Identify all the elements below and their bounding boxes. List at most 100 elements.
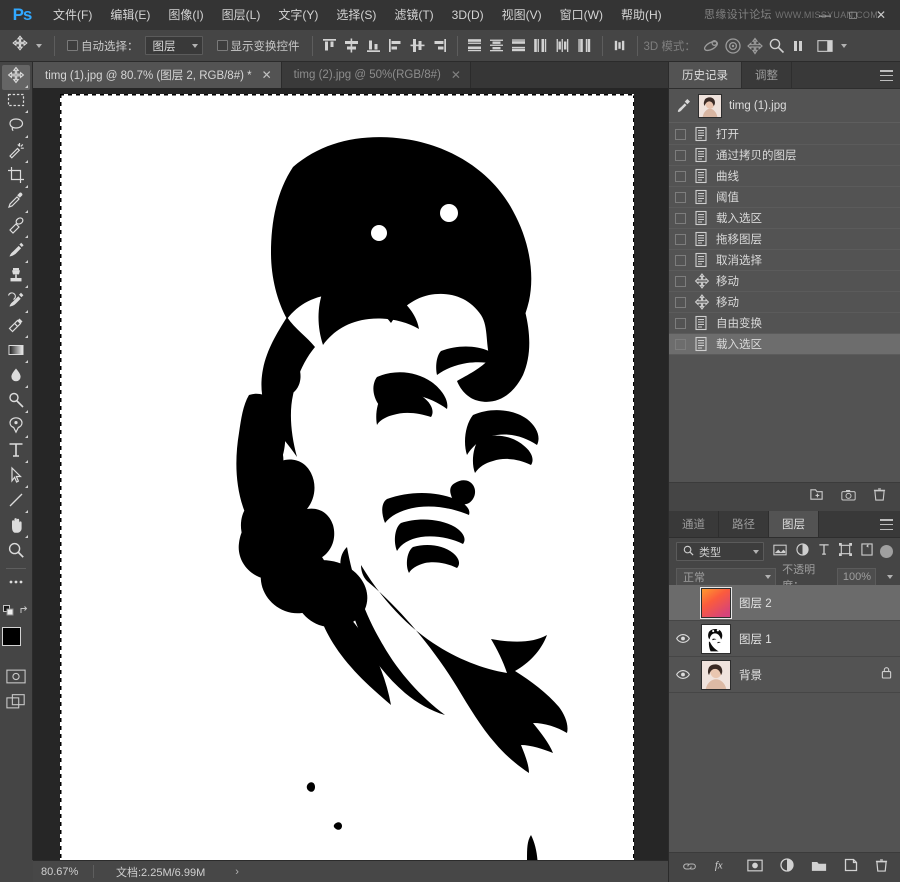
pan-3d-icon[interactable] — [744, 35, 766, 57]
delete-layer-icon[interactable] — [875, 858, 888, 878]
maximize-button[interactable]: □ — [846, 9, 860, 21]
distribute-bottom-edges-icon[interactable] — [508, 35, 530, 57]
menu-item-0[interactable]: 文件(F) — [44, 0, 101, 30]
align-horizontal-centers-icon[interactable] — [407, 35, 429, 57]
filter-toggle-icon[interactable] — [880, 545, 893, 558]
orbit-3d-icon[interactable] — [700, 35, 722, 57]
tool-submenu-triangle-icon[interactable] — [25, 410, 28, 413]
layer-row[interactable]: 背景 — [669, 657, 900, 693]
layer-thumbnail[interactable] — [701, 660, 731, 690]
panel-menu-icon[interactable] — [880, 70, 893, 81]
history-state-row[interactable]: 曲线 — [669, 166, 900, 187]
history-source-toggle[interactable] — [675, 171, 686, 182]
layer-visibility-eye-icon[interactable] — [673, 633, 693, 644]
eyedropper-tool[interactable] — [2, 190, 30, 215]
color-swatches[interactable] — [1, 627, 31, 659]
distribute-horizontal-centers-icon[interactable] — [552, 35, 574, 57]
layer-name[interactable]: 背景 — [739, 667, 873, 683]
pixel-filter-icon[interactable] — [773, 543, 787, 561]
lasso-tool[interactable] — [2, 115, 30, 140]
history-state-row[interactable]: 自由变换 — [669, 313, 900, 334]
menu-item-10[interactable]: 帮助(H) — [612, 0, 671, 30]
menu-item-3[interactable]: 图层(L) — [213, 0, 270, 30]
history-state-row[interactable]: 拖移图层 — [669, 229, 900, 250]
default-colors-icon[interactable] — [3, 603, 14, 621]
checkbox-box[interactable] — [217, 40, 228, 51]
menu-item-5[interactable]: 选择(S) — [327, 0, 385, 30]
auto-select-checkbox[interactable]: 自动选择： — [61, 33, 145, 59]
current-tool-preset[interactable] — [6, 33, 48, 59]
layer-filter-kind-dropdown[interactable]: 类型 — [676, 542, 764, 561]
checkbox-box[interactable] — [67, 40, 78, 51]
layer-thumbnail[interactable] — [701, 624, 731, 654]
history-source-toggle[interactable] — [675, 213, 686, 224]
path-selection-tool[interactable] — [2, 465, 30, 490]
layer-list[interactable]: 图层 2 图层 1 背景 — [669, 585, 900, 851]
menu-item-2[interactable]: 图像(I) — [159, 0, 212, 30]
panel-menu-icon[interactable] — [880, 519, 893, 530]
history-state-row[interactable]: 移动 — [669, 292, 900, 313]
history-source-toggle[interactable] — [675, 234, 686, 245]
tool-submenu-triangle-icon[interactable] — [25, 160, 28, 163]
screen-mode-icon[interactable] — [4, 691, 28, 711]
menu-item-6[interactable]: 滤镜(T) — [385, 0, 442, 30]
history-brush-icon[interactable] — [675, 99, 691, 113]
tool-submenu-triangle-icon[interactable] — [25, 360, 28, 363]
new-adjustment-layer-icon[interactable] — [780, 858, 794, 877]
canvas-area[interactable] — [33, 88, 668, 860]
tab-layers[interactable]: 图层 — [769, 511, 819, 537]
eraser-tool[interactable] — [2, 315, 30, 340]
move-tool[interactable] — [2, 65, 30, 90]
tool-submenu-triangle-icon[interactable] — [25, 435, 28, 438]
tool-submenu-triangle-icon[interactable] — [25, 285, 28, 288]
document-tab-1[interactable]: timg (1).jpg @ 80.7% (图层 2, RGB/8#) * ✕ — [33, 62, 282, 88]
artboard[interactable] — [61, 95, 633, 860]
align-top-edges-icon[interactable] — [319, 35, 341, 57]
zoom-tool[interactable] — [2, 540, 30, 565]
history-state-row[interactable]: 移动 — [669, 271, 900, 292]
history-source-toggle[interactable] — [675, 339, 686, 350]
hand-tool[interactable] — [2, 515, 30, 540]
history-source-toggle[interactable] — [675, 276, 686, 287]
swap-colors-icon[interactable] — [20, 603, 30, 621]
link-layers-icon[interactable] — [682, 859, 697, 877]
healing-brush-tool[interactable] — [2, 215, 30, 240]
tab-paths[interactable]: 路径 — [719, 511, 769, 537]
line-tool[interactable] — [2, 490, 30, 515]
close-button[interactable]: ✕ — [874, 9, 888, 21]
roll-3d-icon[interactable] — [722, 35, 744, 57]
blur-tool[interactable] — [2, 365, 30, 390]
layer-style-fx-icon[interactable]: fx — [714, 858, 730, 877]
distribute-vertical-centers-icon[interactable] — [486, 35, 508, 57]
layer-thumbnail[interactable] — [701, 588, 731, 618]
tab-history[interactable]: 历史记录 — [669, 62, 742, 88]
shape-filter-icon[interactable] — [839, 543, 852, 561]
slide-3d-icon[interactable] — [766, 35, 788, 57]
smart-object-filter-icon[interactable] — [861, 543, 873, 561]
new-layer-icon[interactable] — [844, 858, 858, 877]
history-state-row[interactable]: 取消选择 — [669, 250, 900, 271]
menu-item-4[interactable]: 文字(Y) — [269, 0, 327, 30]
workspace-chevron-down-icon[interactable] — [841, 44, 847, 48]
layer-row[interactable]: 图层 1 — [669, 621, 900, 657]
status-info-chevron-right-icon[interactable]: › — [235, 866, 239, 878]
menu-item-1[interactable]: 编辑(E) — [101, 0, 159, 30]
tool-submenu-triangle-icon[interactable] — [25, 385, 28, 388]
tool-submenu-triangle-icon[interactable] — [25, 185, 28, 188]
tool-submenu-triangle-icon[interactable] — [25, 210, 28, 213]
history-source-toggle[interactable] — [675, 150, 686, 161]
clone-stamp-tool[interactable] — [2, 265, 30, 290]
tool-submenu-triangle-icon[interactable] — [25, 335, 28, 338]
tool-submenu-triangle-icon[interactable] — [25, 235, 28, 238]
layer-visibility-eye-icon[interactable] — [673, 669, 693, 680]
auto-select-scope-dropdown[interactable]: 图层 — [145, 36, 203, 55]
add-layer-mask-icon[interactable] — [747, 859, 763, 877]
align-bottom-edges-icon[interactable] — [363, 35, 385, 57]
workspace-switcher-icon[interactable] — [814, 35, 836, 57]
menu-item-8[interactable]: 视图(V) — [493, 0, 551, 30]
history-brush-tool[interactable] — [2, 290, 30, 315]
layer-name[interactable]: 图层 2 — [739, 595, 892, 611]
tool-submenu-triangle-icon[interactable] — [25, 460, 28, 463]
marquee-tool[interactable] — [2, 90, 30, 115]
edit-toolbar[interactable] — [2, 572, 30, 597]
